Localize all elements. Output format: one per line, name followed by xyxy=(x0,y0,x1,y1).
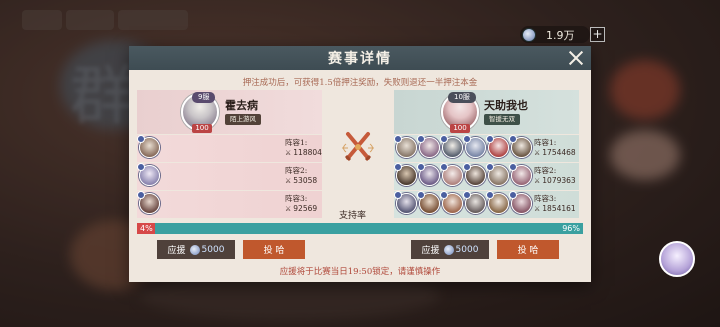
server-badge: 9服 xyxy=(192,92,216,103)
hero-avatar[interactable] xyxy=(486,135,509,158)
lineup-row[interactable]: 阵容1: ⚔ 1754468 xyxy=(394,135,579,162)
lineup-label: 阵容1: xyxy=(285,138,308,147)
level-badge: 100 xyxy=(192,124,212,133)
hero-avatar[interactable] xyxy=(509,163,532,186)
hero-list xyxy=(394,135,532,158)
lineup-row[interactable]: 阵容3: ⚔ 92569 xyxy=(137,191,322,218)
hero-avatar[interactable] xyxy=(440,191,463,214)
lineup-label: 阵容2: xyxy=(285,166,308,175)
lineup-power: ⚔ 1854161 xyxy=(534,204,576,213)
support-rate-bar: 4% 96% xyxy=(137,223,583,234)
hero-avatar[interactable] xyxy=(509,191,532,214)
modal-title: 赛事详情 xyxy=(328,51,392,67)
hero-avatar[interactable] xyxy=(417,163,440,186)
currency-display: 1.9万 xyxy=(520,26,590,43)
lineup-power: ⚔ 53058 xyxy=(285,176,318,185)
lock-time-note: 应援将于比赛当日19:50锁定，请谨慎操作 xyxy=(279,267,441,277)
hero-avatar[interactable] xyxy=(486,163,509,186)
lineup-row[interactable]: 阵容2: ⚔ 1079363 xyxy=(394,163,579,190)
server-badge: 10服 xyxy=(448,92,476,103)
swords-icon: ⚔ xyxy=(285,205,292,213)
support-button-label: 应援 xyxy=(421,246,440,256)
coin-icon xyxy=(189,244,200,255)
crossed-swords-icon xyxy=(342,132,374,162)
hero-avatar[interactable] xyxy=(394,191,417,214)
hero-avatar[interactable] xyxy=(463,135,486,158)
lineup-power: ⚔ 1079363 xyxy=(534,176,576,185)
left-support-button[interactable]: 应援 5000 xyxy=(157,240,235,259)
swords-icon: ⚔ xyxy=(534,149,541,157)
swords-icon: ⚔ xyxy=(285,149,292,157)
lineup-power: ⚔ 1754468 xyxy=(534,148,576,157)
left-bet-button[interactable]: 投 哈 xyxy=(243,240,305,259)
hero-avatar[interactable] xyxy=(417,191,440,214)
currency-value: 1.9万 xyxy=(546,28,575,42)
coin-icon xyxy=(443,244,454,255)
add-currency-button[interactable]: + xyxy=(590,27,605,42)
hero-avatar[interactable] xyxy=(137,191,160,214)
left-team-header: 9服 100 霍去病 陌上游风 xyxy=(137,90,322,134)
left-support-percent: 4% xyxy=(140,224,153,233)
guild-tag: 智援无双 xyxy=(484,114,520,125)
swords-icon: ⚔ xyxy=(534,205,541,213)
hero-avatar[interactable] xyxy=(394,135,417,158)
hero-avatar[interactable] xyxy=(509,135,532,158)
modal-header: 赛事详情 xyxy=(129,46,591,70)
right-team-header: 10服 100 天助我也 智援无双 xyxy=(394,90,579,134)
support-button-label: 应援 xyxy=(167,246,186,256)
support-amount: 5000 xyxy=(455,244,479,255)
right-team-panel: 10服 100 天助我也 智援无双 阵容1: ⚔ 1754468 阵容2: ⚔ … xyxy=(394,90,579,218)
lineup-row[interactable]: 阵容2: ⚔ 53058 xyxy=(137,163,322,190)
hero-list xyxy=(394,163,532,186)
right-support-percent: 96% xyxy=(562,224,580,233)
lineup-row[interactable]: 阵容3: ⚔ 1854161 xyxy=(394,191,579,218)
lineup-label: 阵容1: xyxy=(534,138,557,147)
hero-avatar[interactable] xyxy=(463,191,486,214)
match-details-modal: 赛事详情 押注成功后，可获得1.5倍押注奖励，失败则退还一半押注本金 9服 10… xyxy=(129,46,591,282)
right-bet-button[interactable]: 投 哈 xyxy=(497,240,559,259)
left-team-panel: 9服 100 霍去病 陌上游风 阵容1: ⚔ 118804 阵容2: ⚔ 53058… xyxy=(137,90,322,218)
right-support-button[interactable]: 应援 5000 xyxy=(411,240,489,259)
lineup-row[interactable]: 阵容1: ⚔ 118804 xyxy=(137,135,322,162)
coin-icon xyxy=(522,27,536,42)
lineup-label: 阵容3: xyxy=(534,194,557,203)
hero-avatar[interactable] xyxy=(463,163,486,186)
swords-icon: ⚔ xyxy=(534,177,541,185)
lineup-label: 阵容2: xyxy=(534,166,557,175)
player-name: 天助我也 xyxy=(484,99,528,112)
hero-avatar[interactable] xyxy=(486,191,509,214)
hero-list xyxy=(394,191,532,214)
close-icon[interactable] xyxy=(568,50,584,66)
hero-avatar[interactable] xyxy=(137,163,160,186)
support-rate-label: 支持率 xyxy=(339,211,367,221)
hero-avatar[interactable] xyxy=(440,163,463,186)
hero-avatar[interactable] xyxy=(440,135,463,158)
swords-icon: ⚔ xyxy=(285,177,292,185)
hero-avatar[interactable] xyxy=(417,135,440,158)
hero-avatar[interactable] xyxy=(394,163,417,186)
support-amount: 5000 xyxy=(201,244,225,255)
guild-tag: 陌上游风 xyxy=(225,114,261,125)
chat-avatar-button[interactable] xyxy=(659,241,695,277)
bet-notice: 押注成功后，可获得1.5倍押注奖励，失败则退还一半押注本金 xyxy=(242,78,478,88)
lineup-power: ⚔ 92569 xyxy=(285,204,318,213)
lineup-label: 阵容3: xyxy=(285,194,308,203)
hero-avatar[interactable] xyxy=(137,135,160,158)
lineup-power: ⚔ 118804 xyxy=(285,148,322,157)
player-name: 霍去病 xyxy=(225,99,258,112)
level-badge: 100 xyxy=(450,124,470,133)
